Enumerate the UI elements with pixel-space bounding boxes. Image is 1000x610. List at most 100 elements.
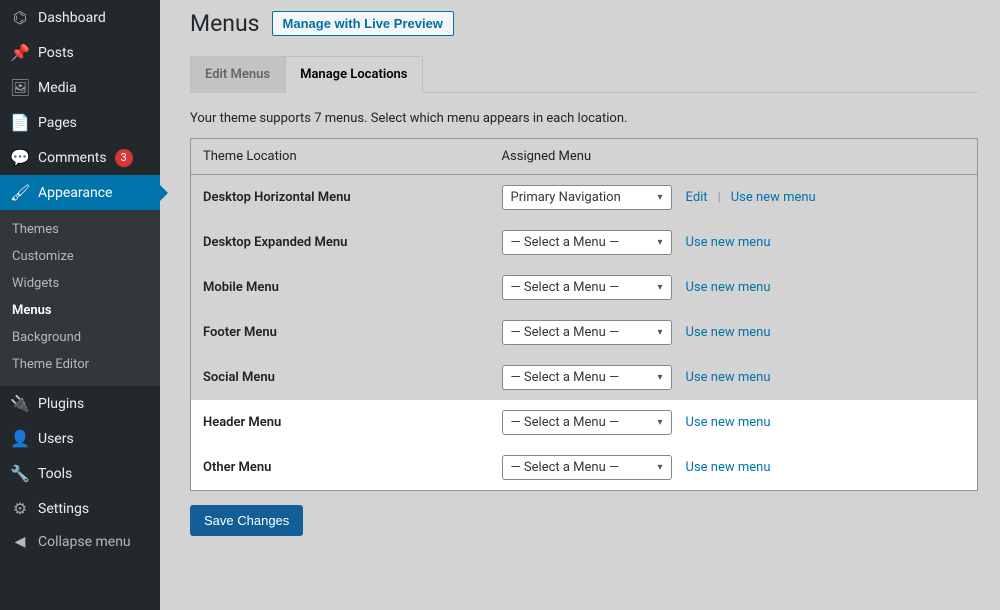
menu-select[interactable]: — Select a Menu — ▾ [502,410,672,435]
page-title: Menus [190,10,260,37]
live-preview-button[interactable]: Manage with Live Preview [272,11,454,36]
sidebar-label-dashboard: Dashboard [38,10,106,26]
comment-icon: 💬 [10,148,30,167]
location-assigned-cell: — Select a Menu — ▾ Use new menu [490,355,978,400]
location-assigned-cell: — Select a Menu — ▾ Use new menu [490,265,978,310]
row-links: Use new menu [686,415,771,430]
tab-manage-locations[interactable]: Manage Locations [285,56,422,93]
menu-select[interactable]: — Select a Menu — ▾ [502,365,672,390]
location-assigned-cell: — Select a Menu — ▾ Use new menu [490,220,978,265]
sidebar-item-plugins[interactable]: 🔌 Plugins [0,386,160,421]
row-links: Use new menu [686,280,771,295]
location-name: Social Menu [191,355,490,400]
chevron-down-icon: ▾ [658,327,663,338]
chevron-down-icon: ▾ [658,282,663,293]
sidebar-item-appearance[interactable]: 🖌 Appearance [0,175,160,210]
location-row: Header Menu — Select a Menu — ▾ Use new men… [191,400,978,445]
use-new-menu-link[interactable]: Use new menu [686,325,771,340]
location-row: Social Menu — Select a Menu — ▾ Use new men… [191,355,978,400]
use-new-menu-link[interactable]: Use new menu [686,280,771,295]
location-name: Desktop Expanded Menu [191,220,490,265]
menu-select[interactable]: — Select a Menu — ▾ [502,230,672,255]
row-links: Use new menu [686,325,771,340]
main-content: Menus Manage with Live Preview Edit Menu… [160,0,1000,610]
location-row: Desktop Horizontal MenuPrimary Navigatio… [191,175,978,221]
submenu-theme-editor[interactable]: Theme Editor [0,351,160,378]
sidebar-label-settings: Settings [38,501,89,517]
use-new-menu-link[interactable]: Use new menu [731,190,816,205]
submenu-themes[interactable]: Themes [0,216,160,243]
sidebar-label-posts: Posts [38,45,74,61]
submenu-background[interactable]: Background [0,324,160,351]
submenu-menus[interactable]: Menus [0,297,160,324]
use-new-menu-link[interactable]: Use new menu [686,460,771,475]
menu-select-value: — Select a Menu — [511,460,620,475]
locations-table: Theme Location Assigned Menu Desktop Hor… [190,138,978,491]
menu-select-value: — Select a Menu — [511,370,620,385]
media-icon: 🖼 [10,78,30,97]
sidebar-label-appearance: Appearance [38,185,112,201]
menu-select-value: Primary Navigation [511,190,621,205]
chevron-down-icon: ▾ [658,237,663,248]
menu-select-value: — Select a Menu — [511,235,620,250]
collapse-icon: ◀ [10,534,30,550]
tab-bar: Edit Menus Manage Locations [190,55,978,93]
row-links: Use new menu [686,370,771,385]
menu-select-value: — Select a Menu — [511,280,620,295]
menu-select[interactable]: — Select a Menu — ▾ [502,320,672,345]
dashboard-icon: ⌬ [10,8,30,27]
sidebar-label-users: Users [38,431,74,447]
sidebar-item-posts[interactable]: 📌 Posts [0,35,160,70]
sidebar-label-pages: Pages [38,115,77,131]
appearance-submenu: Themes Customize Widgets Menus Backgroun… [0,210,160,386]
row-links: Use new menu [686,235,771,250]
submenu-customize[interactable]: Customize [0,243,160,270]
location-row: Desktop Expanded Menu — Select a Menu — ▾ U… [191,220,978,265]
chevron-down-icon: ▾ [658,417,663,428]
sidebar-item-media[interactable]: 🖼 Media [0,70,160,105]
admin-sidebar: ⌬ Dashboard 📌 Posts 🖼 Media 📄 Pages 💬 Co… [0,0,160,610]
location-name: Other Menu [191,445,490,491]
sidebar-collapse[interactable]: ◀ Collapse menu [0,526,160,558]
sidebar-item-tools[interactable]: 🔧 Tools [0,456,160,491]
menu-select[interactable]: Primary Navigation ▾ [502,185,672,210]
sidebar-item-comments[interactable]: 💬 Comments 3 [0,140,160,175]
row-links: Edit | Use new menu [686,190,816,205]
table-header-row: Theme Location Assigned Menu [191,139,978,175]
submenu-widgets[interactable]: Widgets [0,270,160,297]
sidebar-item-dashboard[interactable]: ⌬ Dashboard [0,0,160,35]
sidebar-label-comments: Comments [38,150,107,166]
location-assigned-cell: Primary Navigation ▾ Edit | Use new menu [490,175,978,221]
use-new-menu-link[interactable]: Use new menu [686,415,771,430]
tab-edit-menus[interactable]: Edit Menus [190,56,285,93]
save-changes-button[interactable]: Save Changes [190,505,303,536]
sidebar-item-settings[interactable]: ⚙ Settings [0,491,160,526]
sidebar-item-pages[interactable]: 📄 Pages [0,105,160,140]
page-header: Menus Manage with Live Preview [190,10,978,37]
location-name: Footer Menu [191,310,490,355]
use-new-menu-link[interactable]: Use new menu [686,370,771,385]
sliders-icon: ⚙ [10,499,30,518]
col-theme-location: Theme Location [191,139,490,175]
location-assigned-cell: — Select a Menu — ▾ Use new menu [490,400,978,445]
chevron-down-icon: ▾ [658,372,663,383]
menu-select[interactable]: — Select a Menu — ▾ [502,275,672,300]
edit-menu-link[interactable]: Edit [686,190,708,205]
chevron-down-icon: ▾ [658,192,663,203]
location-name: Header Menu [191,400,490,445]
pin-icon: 📌 [10,43,30,62]
use-new-menu-link[interactable]: Use new menu [686,235,771,250]
user-icon: 👤 [10,429,30,448]
plugin-icon: 🔌 [10,394,30,413]
sidebar-label-plugins: Plugins [38,396,84,412]
sidebar-item-users[interactable]: 👤 Users [0,421,160,456]
menu-select[interactable]: — Select a Menu —▾ [502,455,672,480]
menu-select-value: — Select a Menu — [511,415,620,430]
sidebar-label-collapse: Collapse menu [38,534,131,550]
location-row: Mobile Menu— Select a Menu —▾Use new men… [191,265,978,310]
location-row: Footer Menu — Select a Menu — ▾ Use new men… [191,310,978,355]
menu-select-value: — Select a Menu — [511,325,620,340]
link-separator: | [718,190,721,205]
col-assigned-menu: Assigned Menu [490,139,978,175]
wrench-icon: 🔧 [10,464,30,483]
